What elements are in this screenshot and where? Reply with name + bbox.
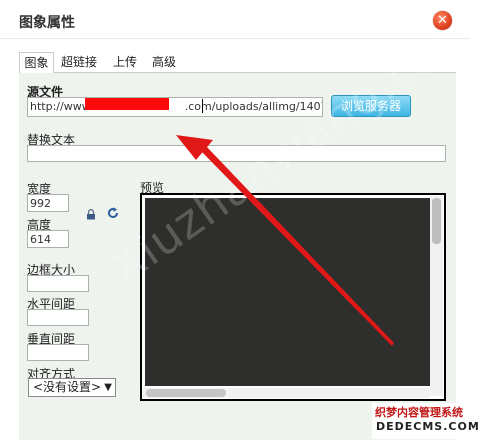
refresh-icon[interactable] (107, 207, 119, 219)
redaction-bar (85, 98, 169, 110)
tab-advanced[interactable]: 高级 (146, 52, 182, 72)
header-divider (0, 38, 470, 39)
image-properties-dialog: 图象属性 ✕ 图象 超链接 上传 高级 源文件 http://www .com/u… (0, 0, 485, 440)
browse-server-button[interactable]: 浏览服务器 (331, 95, 411, 117)
brand-logo: 织梦内容管理系统 DEDECMS.COM (372, 403, 485, 439)
hspace-input[interactable] (27, 309, 89, 326)
preview-image (145, 198, 431, 386)
preview-horizontal-scrollbar[interactable] (143, 388, 430, 398)
tab-upload[interactable]: 上传 (107, 52, 143, 72)
width-input[interactable]: 992 (27, 194, 69, 212)
horizontal-scroll-thumb[interactable] (146, 389, 226, 397)
close-button[interactable]: ✕ (433, 11, 452, 30)
align-selected-value: <没有设置> (33, 380, 102, 394)
preview-vertical-scrollbar[interactable] (430, 196, 443, 396)
dialog-title: 图象属性 (19, 15, 75, 31)
url-middle: .com (184, 100, 212, 113)
url-prefix: http://www (30, 100, 91, 113)
preview-box (140, 193, 446, 401)
text-cursor (202, 99, 203, 113)
alt-text-input[interactable] (27, 145, 446, 162)
height-input[interactable]: 614 (27, 230, 69, 248)
align-select[interactable]: <没有设置> ▼ (28, 378, 116, 397)
chevron-down-icon: ▼ (104, 382, 112, 393)
url-suffix: /uploads/allimg/14072 (211, 100, 323, 113)
tab-image[interactable]: 图象 (19, 52, 54, 73)
vertical-scroll-thumb[interactable] (432, 198, 441, 244)
tab-link[interactable]: 超链接 (55, 52, 103, 72)
brand-line-2: DEDECMS.COM (376, 420, 480, 433)
close-icon: ✕ (437, 13, 448, 28)
border-size-input[interactable] (27, 275, 89, 292)
brand-line-1: 织梦内容管理系统 (375, 406, 463, 419)
source-url-input[interactable]: http://www .com/uploads/allimg/14072 (27, 97, 323, 117)
lock-icon[interactable] (86, 209, 96, 220)
vspace-input[interactable] (27, 344, 89, 361)
